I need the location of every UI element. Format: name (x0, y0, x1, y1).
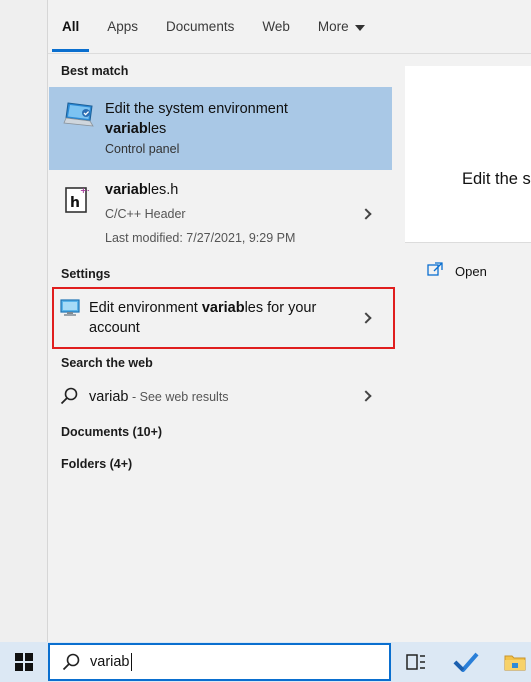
chevron-right-icon[interactable] (360, 208, 372, 220)
file-explorer-icon[interactable] (495, 642, 531, 682)
chevron-right-icon[interactable] (360, 390, 372, 402)
search-input[interactable]: variab (90, 654, 130, 670)
file-result-type: C/C++ Header (105, 207, 186, 221)
web-result-item[interactable]: variab - See web results (49, 376, 392, 416)
tab-all[interactable]: All (51, 0, 90, 54)
chevron-down-icon (354, 24, 365, 31)
display-settings-icon (60, 299, 80, 322)
desktop-background (0, 0, 47, 642)
preview-title: Edit the s (462, 170, 531, 188)
tab-more[interactable]: More (318, 0, 365, 54)
web-result-text: variab - See web results (89, 389, 229, 405)
preview-pane: Edit the s Open (405, 66, 531, 642)
search-icon (60, 387, 78, 410)
settings-result-title: Edit environment variables for your accou… (89, 300, 317, 336)
section-folders[interactable]: Folders (4+) (61, 457, 132, 471)
chevron-right-icon[interactable] (360, 312, 372, 324)
section-documents[interactable]: Documents (10+) (61, 425, 162, 439)
results-list: Best match Edit the system environment va… (48, 54, 395, 642)
file-result-item[interactable]: h ++ variables.h C/C++ Header Last modif… (49, 172, 392, 254)
open-external-icon (427, 262, 443, 281)
file-result-name: variables.h (105, 182, 179, 198)
screen: All Apps Documents Web More Best match E… (0, 0, 531, 682)
search-icon (62, 653, 80, 671)
taskbar: variab (0, 642, 531, 682)
settings-result-item[interactable]: Edit environment variables for your accou… (52, 287, 395, 349)
svg-text:h: h (70, 195, 80, 211)
tab-apps[interactable]: Apps (107, 0, 138, 54)
computer-settings-icon (62, 99, 96, 136)
header-file-icon: h ++ (65, 184, 93, 219)
task-view-icon[interactable] (396, 642, 436, 682)
open-label: Open (455, 264, 487, 279)
best-match-subtitle: Control panel (105, 142, 180, 156)
start-button[interactable] (0, 642, 47, 682)
section-search-web: Search the web (61, 356, 153, 370)
windows-logo-icon (14, 653, 33, 671)
tab-web[interactable]: Web (262, 0, 290, 54)
best-match-item[interactable]: Edit the system environment variables Con… (49, 87, 392, 170)
filter-tabs: All Apps Documents Web More (48, 0, 531, 54)
section-best-match: Best match (61, 64, 129, 78)
open-action[interactable]: Open (427, 262, 487, 281)
text-caret (130, 653, 132, 671)
svg-text:++: ++ (80, 186, 89, 195)
preview-header: Edit the s (405, 66, 531, 243)
search-panel: All Apps Documents Web More Best match E… (47, 0, 531, 642)
section-settings: Settings (61, 267, 111, 281)
best-match-title: Edit the system environment variables (105, 101, 288, 137)
file-result-modified: Last modified: 7/27/2021, 9:29 PM (105, 231, 296, 245)
tab-documents[interactable]: Documents (166, 0, 234, 54)
todo-checkmark-icon[interactable] (446, 642, 486, 682)
taskbar-search-box[interactable]: variab (48, 643, 391, 681)
